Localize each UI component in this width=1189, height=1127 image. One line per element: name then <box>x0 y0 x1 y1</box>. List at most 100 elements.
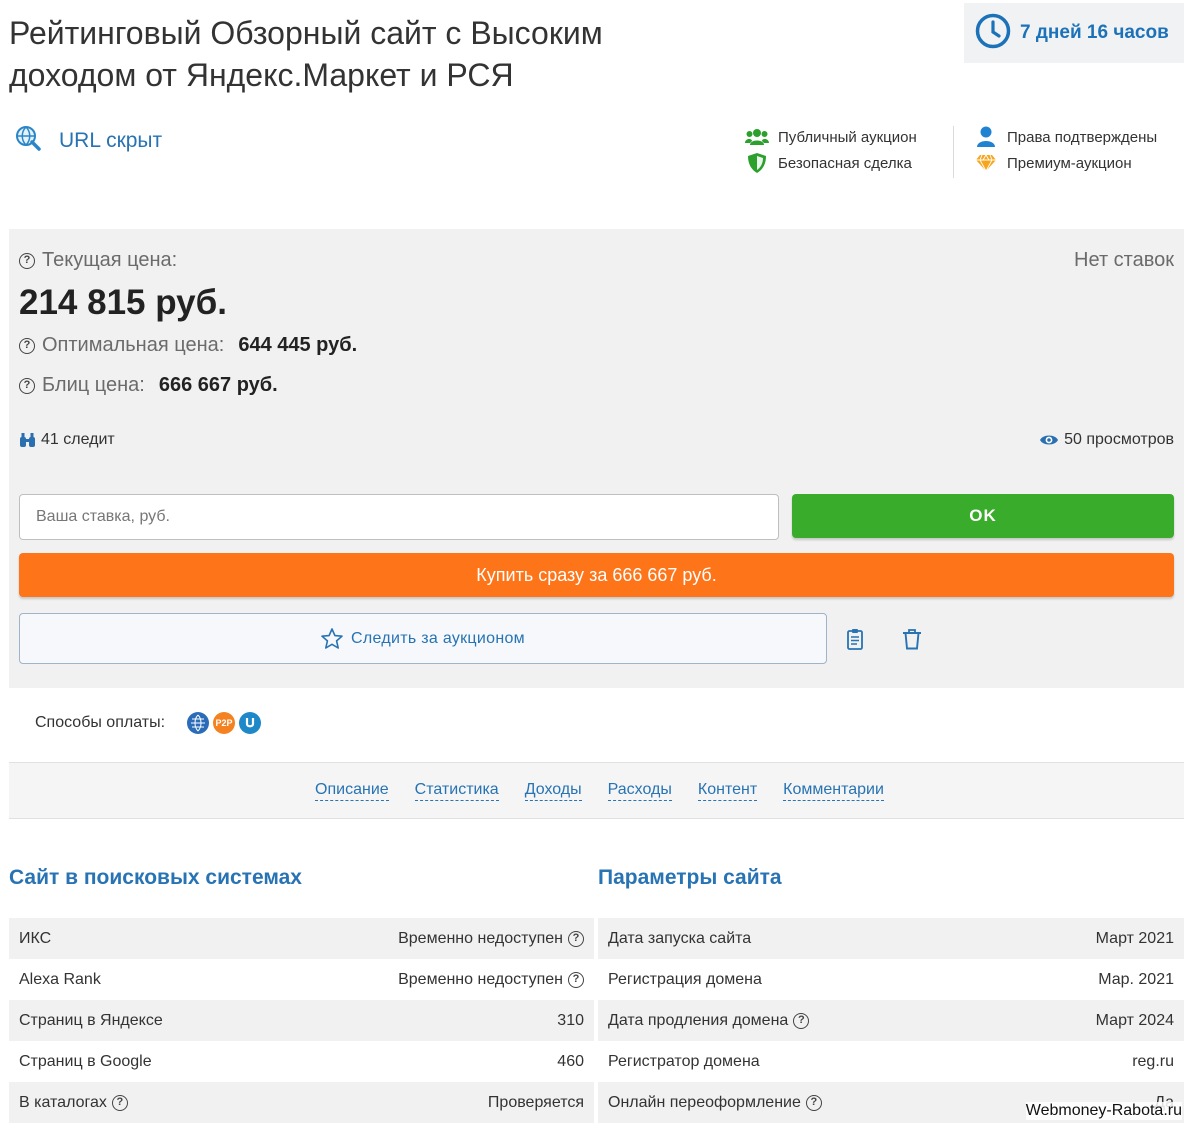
watchers-text: 41 следит <box>41 431 115 448</box>
views-text: 50 просмотров <box>1064 431 1174 448</box>
blitz-price-row: ? Блиц цена: 666 667 руб. <box>19 374 278 397</box>
row-key: Alexa Rank <box>19 970 101 988</box>
row-key: В каталогах <box>19 1093 107 1111</box>
row-key: Страниц в Яндексе <box>19 1011 163 1029</box>
ok-button[interactable]: OK <box>792 494 1174 538</box>
badge-safe-deal: Безопасная сделка <box>745 150 917 176</box>
buy-now-button[interactable]: Купить сразу за 666 667 руб. <box>19 553 1174 597</box>
badge-premium-auction: Премиум-аукцион <box>974 150 1157 176</box>
table-row: Дата продления домена? Март 2024 <box>598 1000 1184 1041</box>
star-icon <box>321 628 343 649</box>
auction-badges-right: Права подтверждены Премиум-аукцион <box>974 124 1157 176</box>
clipboard-icon[interactable] <box>843 626 867 652</box>
optimal-price-row: ? Оптимальная цена: 644 445 руб. <box>19 334 357 357</box>
row-key-wrap: В каталогах? <box>19 1094 128 1112</box>
row-key: Регистрация домена <box>608 970 762 988</box>
params-table: Дата запуска сайта Март 2021 Регистрация… <box>598 918 1184 1123</box>
auction-timer: 7 дней 16 часов <box>964 3 1184 63</box>
badge-label: Публичный аукцион <box>778 128 917 146</box>
tab-expenses[interactable]: Расходы <box>607 780 672 801</box>
help-icon[interactable]: ? <box>568 930 584 947</box>
row-key: Дата продления домена <box>608 1011 789 1029</box>
bid-input[interactable] <box>19 494 779 540</box>
watch-auction-label: Следить за аукционом <box>351 629 525 647</box>
row-value: reg.ru <box>1132 1052 1174 1070</box>
row-value: Временно недоступен <box>398 929 563 947</box>
watermark: Webmoney-Rabota.ru <box>1025 1102 1182 1120</box>
users-icon <box>745 126 769 148</box>
current-price-label: Текущая цена: <box>42 249 178 271</box>
watch-auction-button[interactable]: Следить за аукционом <box>19 613 827 664</box>
params-section-title: Параметры сайта <box>598 866 782 889</box>
table-row: Регистратор домена reg.ru <box>598 1041 1184 1082</box>
row-value: Март 2024 <box>1095 1011 1174 1029</box>
search-section-title: Сайт в поисковых системах <box>9 866 302 889</box>
p2p-icon: P2P <box>213 712 236 734</box>
diamond-icon <box>974 152 998 174</box>
binoculars-icon <box>19 432 36 448</box>
table-row: Дата запуска сайта Март 2021 <box>598 918 1184 959</box>
current-price-label-row: ? Текущая цена: <box>19 249 177 272</box>
tab-description[interactable]: Описание <box>315 780 389 801</box>
search-table: ИКС Временно недоступен? Alexa Rank Врем… <box>9 918 594 1123</box>
optimal-price-label: Оптимальная цена: <box>42 334 225 356</box>
optimal-price-value: 644 445 руб. <box>238 334 358 356</box>
badge-public-auction: Публичный аукцион <box>745 124 917 150</box>
blitz-price-label: Блиц цена: <box>42 374 145 396</box>
help-icon[interactable]: ? <box>793 1012 810 1029</box>
trash-icon[interactable] <box>900 626 924 652</box>
url-hidden-link[interactable]: URL скрыт <box>59 129 162 153</box>
tab-income[interactable]: Доходы <box>524 780 582 801</box>
row-key-wrap: Онлайн переоформление? <box>608 1094 822 1112</box>
row-value: 310 <box>557 1011 584 1029</box>
badges-divider <box>953 126 954 178</box>
blitz-price-value: 666 667 руб. <box>158 374 278 396</box>
table-row: Страниц в Google 460 <box>9 1041 594 1082</box>
row-value: 460 <box>557 1052 584 1070</box>
table-row: Регистрация домена Мар. 2021 <box>598 959 1184 1000</box>
row-key-wrap: Дата продления домена? <box>608 1011 810 1030</box>
badge-label: Права подтверждены <box>1007 128 1158 146</box>
clock-icon <box>975 13 1011 54</box>
help-icon[interactable]: ? <box>19 377 35 394</box>
help-icon[interactable]: ? <box>805 1094 822 1111</box>
eye-icon <box>1039 433 1059 447</box>
no-bids-status: Нет ставок <box>1074 249 1174 271</box>
row-key: Дата запуска сайта <box>608 929 752 947</box>
tab-statistics[interactable]: Статистика <box>414 780 499 801</box>
site-url-row: URL скрыт <box>14 124 162 157</box>
current-price-value: 214 815 руб. <box>19 283 227 322</box>
tab-content[interactable]: Контент <box>697 780 758 801</box>
row-value: Март 2021 <box>1095 929 1174 947</box>
section-tabs: Описание Статистика Доходы Расходы Конте… <box>9 762 1184 819</box>
row-key: Страниц в Google <box>19 1052 152 1070</box>
user-icon <box>974 126 998 148</box>
umoney-icon <box>239 712 262 734</box>
row-key: ИКС <box>19 929 52 947</box>
badge-label: Безопасная сделка <box>778 154 912 172</box>
help-icon[interactable]: ? <box>111 1094 128 1111</box>
row-key: Регистратор домена <box>608 1052 760 1070</box>
auction-badges-left: Публичный аукцион Безопасная сделка <box>745 124 917 176</box>
table-row: Alexa Rank Временно недоступен? <box>9 959 594 1000</box>
webmoney-icon <box>187 712 210 734</box>
table-row: ИКС Временно недоступен? <box>9 918 594 959</box>
row-key: Онлайн переоформление <box>608 1093 801 1111</box>
help-icon[interactable]: ? <box>568 971 584 988</box>
watchers-count: 41 следит <box>19 431 115 449</box>
tab-comments[interactable]: Комментарии <box>783 780 884 801</box>
views-count: 50 просмотров <box>1039 431 1174 449</box>
globe-search-icon <box>14 124 42 157</box>
price-panel: ? Текущая цена: Нет ставок 214 815 руб. … <box>9 229 1184 688</box>
table-row: В каталогах? Проверяется <box>9 1082 594 1123</box>
help-icon[interactable]: ? <box>19 337 35 354</box>
table-row: Страниц в Яндексе 310 <box>9 1000 594 1041</box>
timer-text: 7 дней 16 часов <box>1020 22 1169 43</box>
shield-icon <box>745 152 769 174</box>
payment-icons: P2P <box>187 712 262 734</box>
row-value: Проверяется <box>487 1093 584 1111</box>
badge-label: Премиум-аукцион <box>1007 154 1132 172</box>
help-icon[interactable]: ? <box>19 252 35 269</box>
row-value: Временно недоступен <box>398 970 563 988</box>
payment-methods: Способы оплаты: P2P <box>35 712 262 734</box>
